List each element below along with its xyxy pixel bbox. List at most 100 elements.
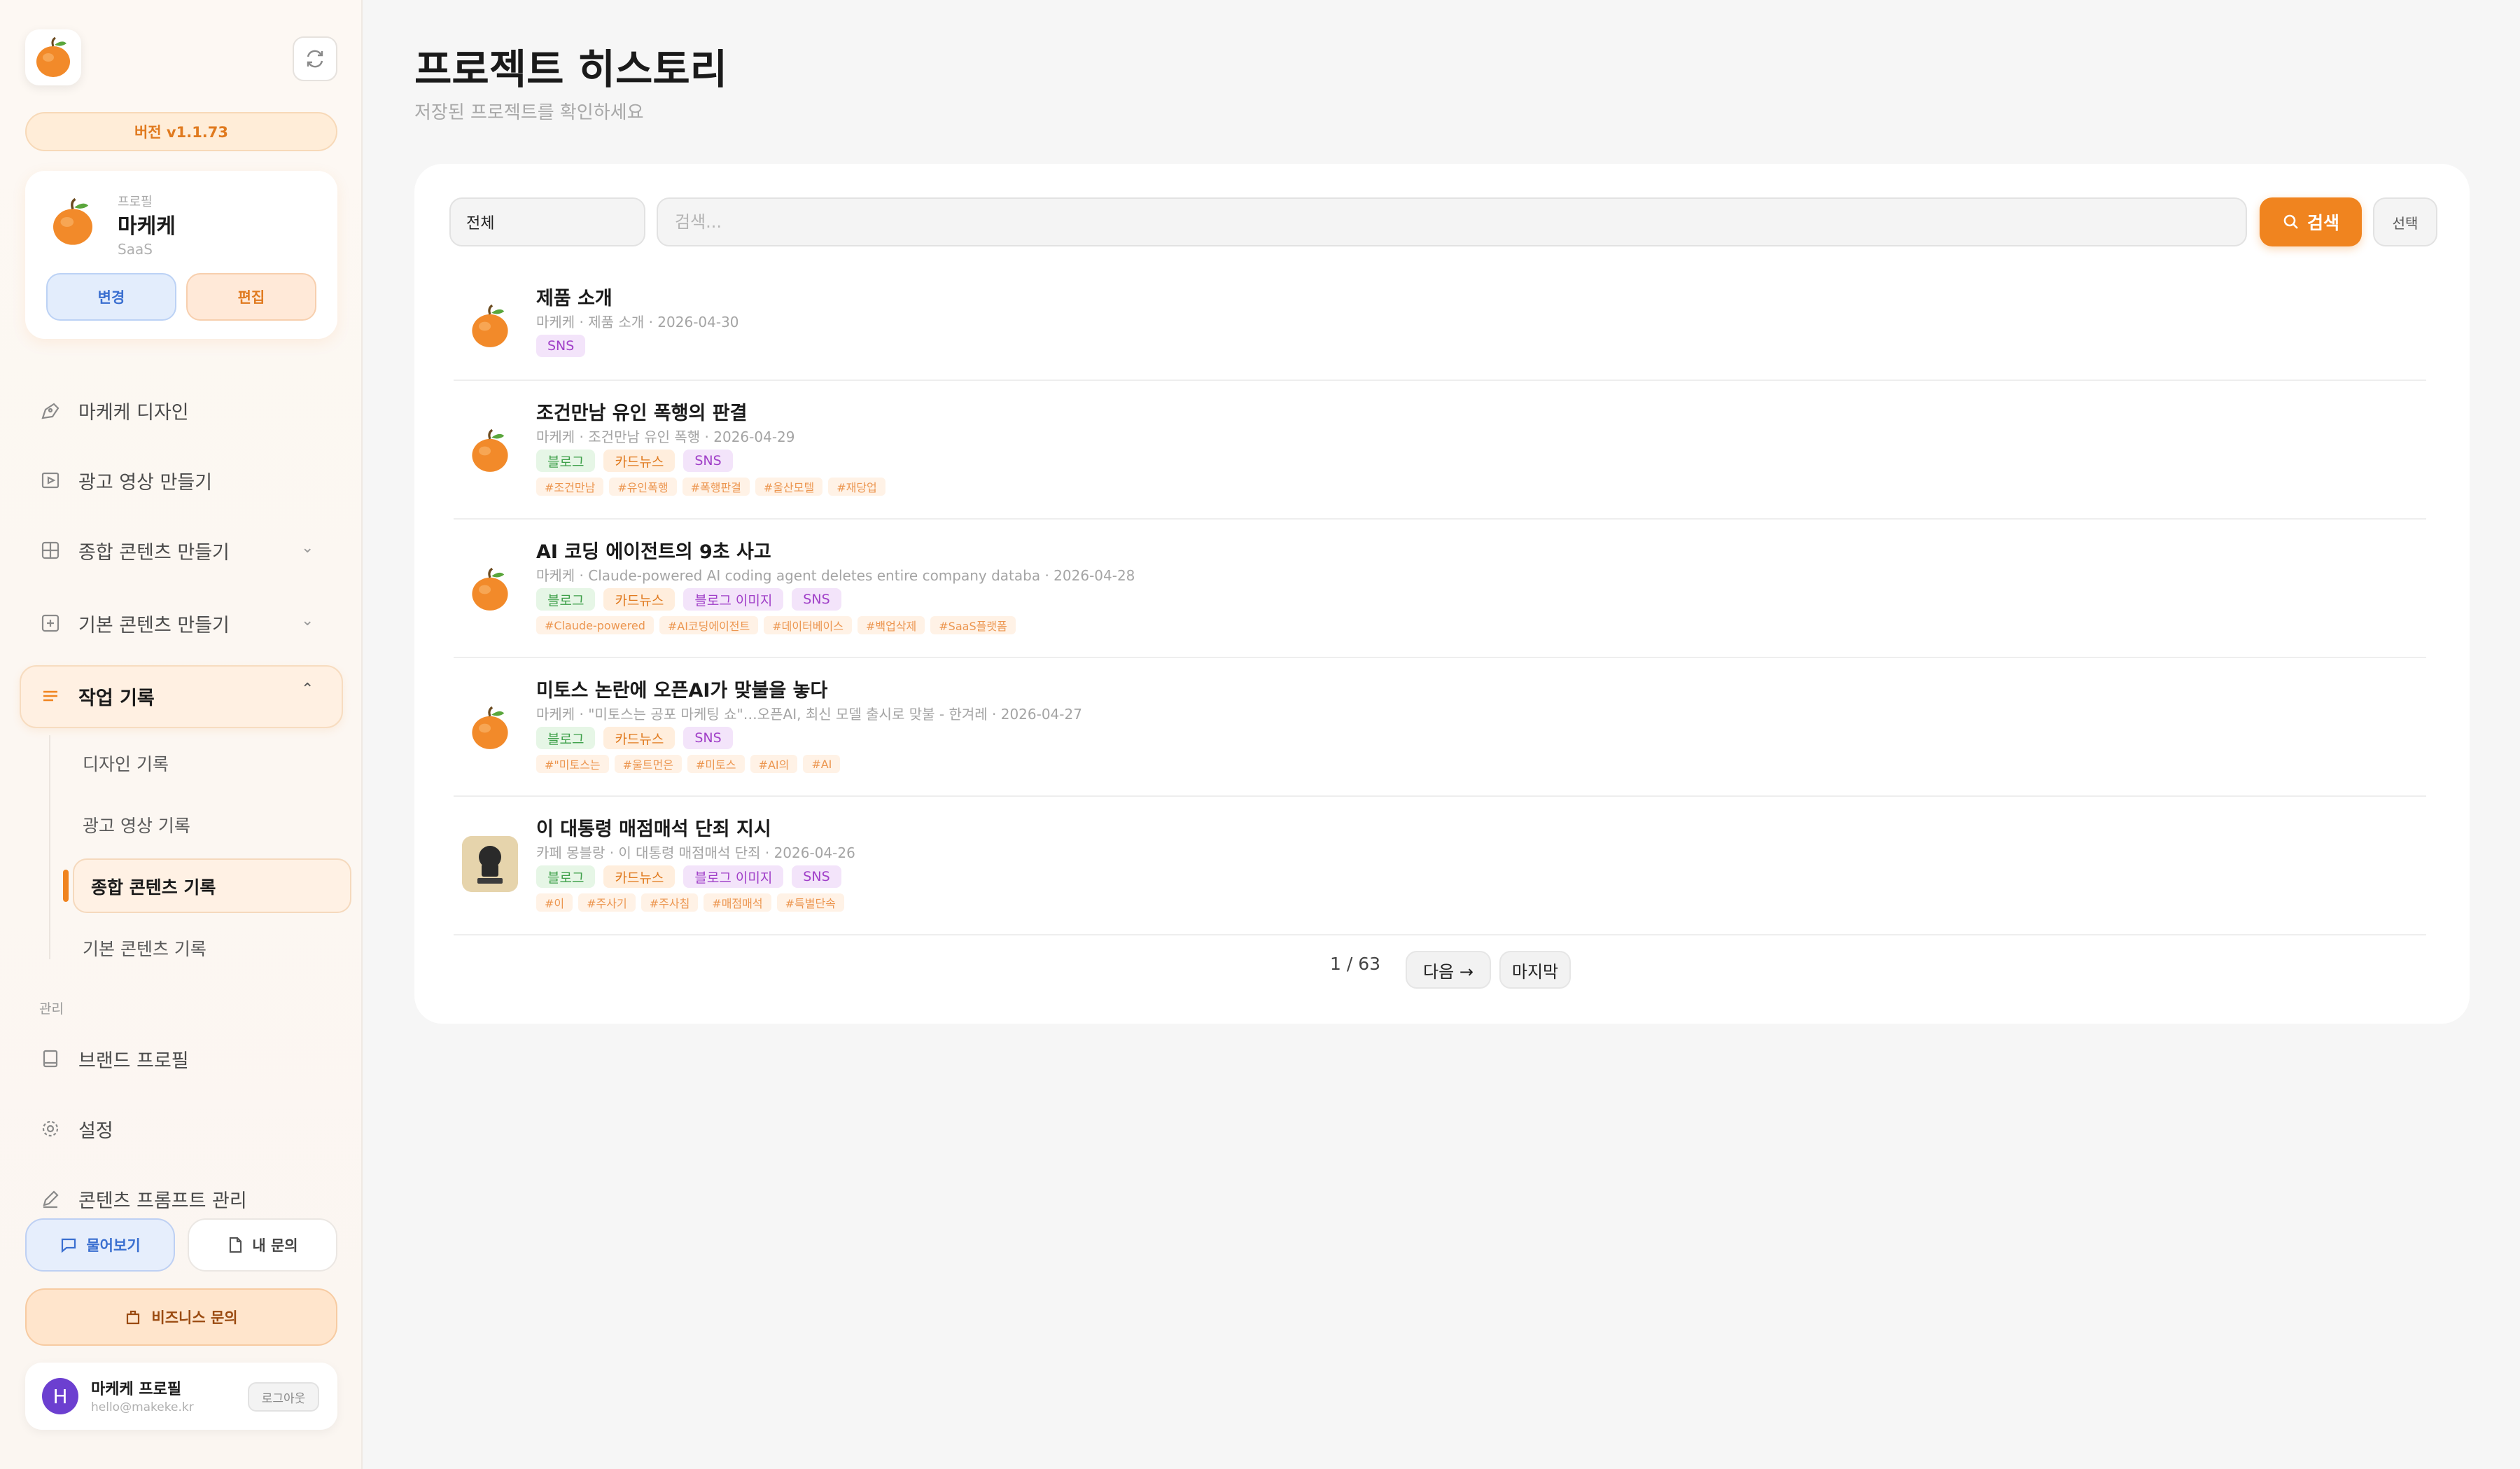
chevron-down-icon[interactable]: ⌄ [301,539,314,557]
hashtag: #AI [803,755,841,773]
nav-combined-content[interactable]: 종합 콘텐츠 만들기 [39,529,230,571]
briefcase-icon [127,1310,140,1325]
app-logo[interactable] [25,29,81,85]
tangerine-icon [472,304,508,347]
hashtag: #울트먼은 [614,755,682,773]
tag-badge: SNS [683,450,733,472]
sub-nav-line [49,735,50,959]
nav-label: 기본 콘텐츠 만들기 [78,614,230,636]
refresh-button[interactable] [293,36,337,81]
tangerine-icon [53,197,92,245]
list-item[interactable]: 미토스 논란에 오픈AI가 맞불을 놓다 마케케 · "미토스는 공포 마케팅 … [454,658,2426,797]
page-title: 프로젝트 히스토리 [414,46,728,93]
video-icon [39,469,62,492]
sub-nav-basic-history[interactable]: 기본 콘텐츠 기록 [83,935,206,961]
nav-ad-video[interactable]: 광고 영상 만들기 [39,459,212,501]
item-title: 조건만남 유인 폭행의 판결 [536,403,748,424]
profile-change-button[interactable]: 변경 [46,273,176,321]
hashtag: #주사기 [578,893,636,912]
list-item[interactable]: 이 대통령 매점매석 단죄 지시 카페 몽블랑 · 이 대통령 매점매석 단죄 … [454,797,2426,935]
item-thumbnail [462,298,518,354]
version-badge: 버전 v1.1.73 [25,112,337,151]
item-hashtags: #Claude-powered #AI코딩에이전트 #데이터베이스 #백업삭제 … [536,616,1016,634]
my-inquiry-button[interactable]: 내 문의 [188,1218,337,1272]
nav-basic-content[interactable]: 기본 콘텐츠 만들기 [39,602,230,644]
sub-nav-design-history[interactable]: 디자인 기록 [83,751,169,776]
hashtag: #SaaS플랫폼 [930,616,1016,634]
hashtag: #재당업 [828,478,886,496]
last-page-button[interactable]: 마지막 [1499,951,1571,989]
hashtag: #미토스 [687,755,745,773]
logout-button[interactable]: 로그아웃 [248,1382,319,1412]
item-hashtags: #조건만남 #유인폭행 #폭행판결 #울산모텔 #재당업 [536,478,886,496]
list-item[interactable]: 제품 소개 마케케 · 제품 소개 · 2026-04-30 SNS [454,269,2426,381]
nav-brand-profile[interactable]: 브랜드 프로필 [39,1038,189,1080]
profile-avatar [50,197,95,249]
filter-select[interactable]: 전체 [449,197,645,246]
tangerine-icon [472,706,508,749]
hashtag: #주사침 [640,893,699,912]
profile-sub: SaaS [118,241,153,258]
gear-icon [39,1118,62,1140]
nav-work-history-label[interactable]: 작업 기록 [39,675,155,717]
next-page-button[interactable]: 다음 → [1406,951,1491,989]
search-label: 검색 [2306,213,2339,233]
user-avatar: H [42,1378,78,1414]
profile-edit-button[interactable]: 편집 [186,273,316,321]
user-card: H 마케케 프로필 hello@makeke.kr 로그아웃 [25,1363,337,1430]
item-tags: 블로그 카드뉴스 SNS [536,727,733,749]
hashtag: #울산모텔 [755,478,823,496]
search-input[interactable] [657,197,2247,246]
user-email: hello@makeke.kr [91,1400,194,1414]
business-inquiry-button[interactable]: 비즈니스 문의 [25,1288,337,1346]
profile-name: 마케케 [118,214,176,239]
tag-badge: 카드뉴스 [603,450,676,472]
nav-settings[interactable]: 설정 [39,1108,113,1150]
document-icon [230,1237,242,1253]
tag-badge: SNS [792,588,841,611]
nav-label: 설정 [78,1120,113,1142]
item-meta: 카페 몽블랑 · 이 대통령 매점매석 단죄 · 2026-04-26 [536,844,855,861]
chevron-down-icon[interactable]: ⌄ [301,612,314,629]
sub-nav-combined-history[interactable]: 종합 콘텐츠 기록 [91,874,216,899]
tag-badge: 카드뉴스 [603,588,676,611]
sub-nav-ad-video-history[interactable]: 광고 영상 기록 [83,812,190,837]
section-label-manage: 관리 [39,1001,64,1017]
select-mode-button[interactable]: 선택 [2373,197,2437,246]
item-tags: 블로그 카드뉴스 SNS [536,450,733,472]
hashtag: #매점매석 [704,893,771,912]
item-title: AI 코딩 에이전트의 9초 사고 [536,541,771,563]
hashtag: #AI의 [750,755,798,773]
item-title: 미토스 논란에 오픈AI가 맞불을 놓다 [536,680,828,702]
tag-badge: 블로그 [536,727,596,749]
tag-badge: 블로그 [536,588,596,611]
hashtag: #"미토스는 [536,755,609,773]
item-thumbnail [462,700,518,756]
chat-icon [62,1238,76,1253]
list-item[interactable]: AI 코딩 에이전트의 9초 사고 마케케 · Claude-powered A… [454,520,2426,658]
refresh-icon [307,50,323,68]
tangerine-icon [472,429,508,472]
list-item[interactable]: 조건만남 유인 폭행의 판결 마케케 · 조건만남 유인 폭행 · 2026-0… [454,381,2426,520]
nav-prompt-management[interactable]: 콘텐츠 프롬프트 관리 [39,1178,247,1220]
tag-badge: SNS [536,335,586,357]
nav-label: 작업 기록 [78,687,155,709]
chevron-up-icon[interactable]: ⌃ [301,681,314,698]
tangerine-icon [472,567,508,611]
nav-makeke-design[interactable]: 마케케 디자인 [39,389,189,431]
hashtag: #조건만남 [536,478,604,496]
tag-badge: 블로그 이미지 [683,588,784,611]
ask-button[interactable]: 물어보기 [25,1218,175,1272]
search-button[interactable]: 검색 [2260,197,2362,246]
pencil-icon [39,1188,62,1210]
tag-badge: 카드뉴스 [603,727,676,749]
tag-badge: 블로그 이미지 [683,865,784,888]
tag-badge: 카드뉴스 [603,865,676,888]
nav-label: 브랜드 프로필 [78,1050,189,1072]
list-icon [39,685,62,707]
item-meta: 마케케 · "미토스는 공포 마케팅 쇼"…오픈AI, 최신 모델 출시로 맞불… [536,706,1082,723]
item-thumbnail [462,562,518,618]
ask-label: 물어보기 [86,1237,141,1254]
item-title: 제품 소개 [536,288,612,309]
item-meta: 마케케 · Claude-powered AI coding agent del… [536,567,1135,584]
